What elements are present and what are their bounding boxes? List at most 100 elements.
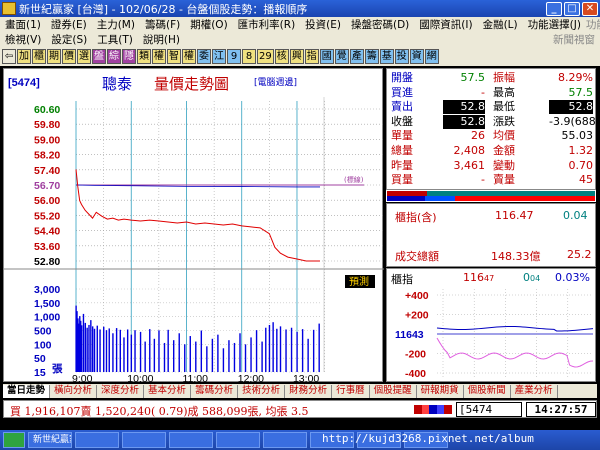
time-tick-label: 13:00 bbox=[293, 373, 319, 383]
toolbar-button-4[interactable]: 價 bbox=[62, 49, 76, 64]
menu1-item-9[interactable]: 金融(L) bbox=[483, 17, 518, 32]
tab-7[interactable]: 行事曆 bbox=[332, 384, 370, 398]
toolbar-button-24[interactable]: 籌 bbox=[364, 49, 379, 64]
toolbar-button-20[interactable]: 指 bbox=[304, 49, 319, 64]
clock: 14:27:57 bbox=[526, 402, 596, 417]
toolbar-button-10[interactable]: 權 bbox=[152, 49, 166, 64]
toolbar-button-23[interactable]: 產 bbox=[349, 49, 364, 64]
tab-5[interactable]: 技術分析 bbox=[238, 384, 286, 398]
menu2-item-3[interactable]: 說明(H) bbox=[143, 32, 180, 47]
toolbar-button-16[interactable]: 8 bbox=[242, 49, 256, 64]
toolbar-button-3[interactable]: 期 bbox=[47, 49, 61, 64]
toolbar-button-13[interactable]: 委 bbox=[197, 49, 211, 64]
volume-bar bbox=[261, 341, 263, 372]
taskbar-item-6[interactable] bbox=[263, 432, 307, 448]
tab-6[interactable]: 財務分析 bbox=[285, 384, 333, 398]
maximize-icon[interactable]: □ bbox=[564, 1, 580, 16]
toolbar-button-14[interactable]: 江 bbox=[212, 49, 226, 64]
mini-tick-label: +200 bbox=[405, 310, 429, 322]
menu1-item-2[interactable]: 主力(M) bbox=[97, 17, 135, 32]
toolbar-button-11[interactable]: 智 bbox=[167, 49, 181, 64]
price-tick-label: 58.20 bbox=[34, 150, 60, 162]
stock-code-input[interactable]: [5474 bbox=[456, 402, 522, 417]
price-tick-label: 59.80 bbox=[34, 119, 60, 131]
otc-index-box: 櫃指(含) 116.47 0.04 成交總額 148.33億 25.2 bbox=[386, 203, 596, 267]
menu2-item-0[interactable]: 檢視(V) bbox=[5, 32, 41, 47]
toolbar-button-5[interactable]: 選 bbox=[77, 49, 91, 64]
toolbar-button-6[interactable]: 盤 bbox=[92, 49, 106, 64]
toolbar-button-18[interactable]: 核 bbox=[274, 49, 289, 64]
volume-bar bbox=[184, 344, 186, 372]
menu1-item-6[interactable]: 投資(E) bbox=[305, 17, 341, 32]
tab-9[interactable]: 研報期貨 bbox=[417, 384, 464, 398]
tab-0[interactable]: 當日走勢 bbox=[3, 384, 51, 398]
toolbar-button-26[interactable]: 投 bbox=[394, 49, 409, 64]
otc-index-mini-chart[interactable]: 櫃指 11647 004 0.03% +400 +200 11643 -200 -400 bbox=[386, 268, 596, 382]
tab-1[interactable]: 橫向分析 bbox=[50, 384, 98, 398]
tab-10[interactable]: 個股新聞 bbox=[464, 384, 511, 398]
volume-bar bbox=[103, 326, 105, 372]
toolbar-button-1[interactable]: 加 bbox=[17, 49, 31, 64]
toolbar-button-0[interactable]: ⇦ bbox=[2, 49, 16, 64]
quote-label: 最低 bbox=[493, 100, 515, 114]
volume-bar bbox=[290, 327, 293, 372]
toolbar-button-22[interactable]: 覺 bbox=[334, 49, 349, 64]
volume-bar bbox=[285, 329, 287, 372]
menu2-item-1[interactable]: 設定(S) bbox=[51, 32, 87, 47]
volume-tick-label: 50 bbox=[34, 353, 46, 365]
toolbar-button-15[interactable]: 9 bbox=[227, 49, 241, 64]
taskbar-item-4[interactable] bbox=[169, 432, 213, 448]
mini-tick-label: +400 bbox=[405, 290, 429, 302]
close-icon[interactable]: ✕ bbox=[582, 1, 598, 16]
tab-8[interactable]: 個股提醒 bbox=[370, 384, 417, 398]
menu2-item-2[interactable]: 工具(T) bbox=[97, 32, 133, 47]
menu1-item-0[interactable]: 畫面(1) bbox=[5, 17, 41, 32]
quote-value: - bbox=[481, 85, 485, 99]
intraday-chart-panel: 60.60 59.80 59.00 58.20 57.40 56.70 56.00 55.20… bbox=[3, 68, 384, 383]
menu1-item-1[interactable]: 證券(E) bbox=[51, 17, 87, 32]
tab-2[interactable]: 深度分析 bbox=[97, 384, 145, 398]
quote-value: 57.5 bbox=[568, 85, 594, 99]
intraday-chart[interactable]: 60.60 59.80 59.00 58.20 57.40 56.70 56.00 55.20… bbox=[4, 69, 384, 383]
toolbar-button-7[interactable]: 綜 bbox=[107, 49, 121, 64]
menu1-right[interactable]: 功能選擇 bbox=[586, 17, 600, 32]
menu1-item-3[interactable]: 籌碼(F) bbox=[145, 17, 180, 32]
volume-bar bbox=[134, 330, 136, 372]
quote-row: 收盤 52.8 漲跌 -3.9(688) bbox=[387, 114, 600, 129]
toolbar-button-8[interactable]: 隱 bbox=[122, 49, 136, 64]
volume-bar bbox=[82, 313, 85, 372]
stock-name: 聰泰 bbox=[102, 75, 132, 93]
toolbar-button-2[interactable]: 櫃 bbox=[32, 49, 46, 64]
otc-index-change: 0.04 bbox=[563, 209, 588, 222]
menu1-item-7[interactable]: 操盤密碼(D) bbox=[351, 17, 409, 32]
taskbar-item-3[interactable] bbox=[122, 432, 166, 448]
toolbar-button-19[interactable]: 興 bbox=[289, 49, 304, 64]
taskbar-item-0[interactable] bbox=[3, 432, 25, 448]
taskbar-item-5[interactable] bbox=[216, 432, 260, 448]
menu1-item-10[interactable]: 功能選擇(J) bbox=[528, 17, 581, 32]
volume-bar bbox=[173, 340, 175, 372]
toolbar-button-21[interactable]: 國 bbox=[319, 49, 334, 64]
toolbar-button-17[interactable]: 29 bbox=[257, 49, 274, 64]
taskbar-item-1[interactable]: 新世紀贏家 bbox=[28, 432, 72, 448]
menu1-item-8[interactable]: 國際資訊(I) bbox=[419, 17, 472, 32]
volume-bar bbox=[200, 330, 203, 372]
menu2-right[interactable]: 新聞視窗 bbox=[553, 32, 595, 47]
volume-bar bbox=[255, 330, 258, 372]
volume-tick-label: 3,000 bbox=[34, 284, 60, 296]
toolbar-button-27[interactable]: 資 bbox=[409, 49, 424, 64]
toolbar-button-12[interactable]: 權 bbox=[182, 49, 196, 64]
menu1-item-5[interactable]: 匯市利率(R) bbox=[238, 17, 296, 32]
time-tick-label: 9:00 bbox=[72, 373, 93, 383]
toolbar-button-9[interactable]: 類 bbox=[137, 49, 151, 64]
mini-index-plot: +400 +200 11643 -200 -400 bbox=[395, 289, 594, 380]
forecast-button[interactable]: 預測 bbox=[349, 275, 369, 288]
toolbar-button-25[interactable]: 基 bbox=[379, 49, 394, 64]
tab-4[interactable]: 籌碼分析 bbox=[191, 384, 239, 398]
minimize-icon[interactable]: _ bbox=[546, 1, 562, 16]
toolbar-button-28[interactable]: 網 bbox=[424, 49, 439, 64]
tab-3[interactable]: 基本分析 bbox=[144, 384, 192, 398]
tab-11[interactable]: 產業分析 bbox=[511, 384, 558, 398]
menu1-item-4[interactable]: 期權(O) bbox=[190, 17, 227, 32]
taskbar-item-2[interactable] bbox=[75, 432, 119, 448]
